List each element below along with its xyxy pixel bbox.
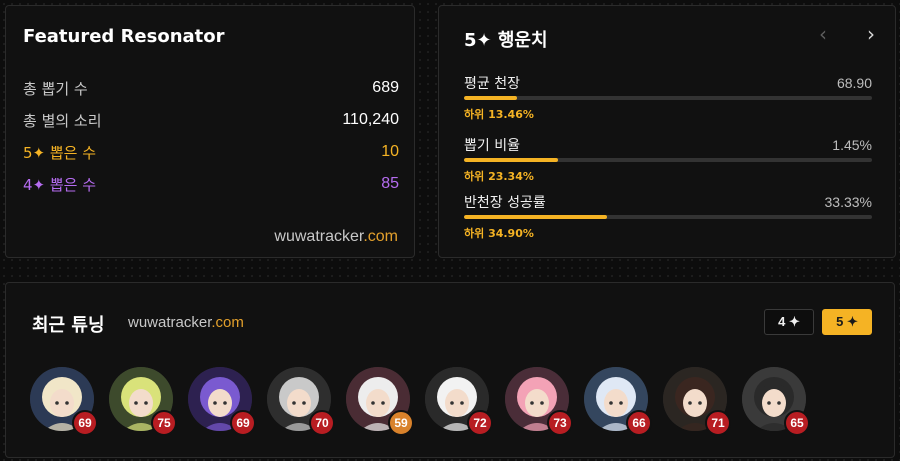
stat-value: 85	[381, 175, 399, 192]
stat-4star-count: 4✦ 뽑은 수 85	[23, 173, 399, 195]
chevron-left-icon[interactable]: ‹	[819, 24, 827, 44]
stat-total-astrite: 총 별의 소리 110,240	[23, 109, 399, 131]
pity-title: 5✦ 행운치	[464, 30, 548, 51]
progress-fill	[464, 96, 518, 100]
resonator-avatar[interactable]: 66	[584, 367, 652, 436]
recent-tuning-card: 최근 튜닝 wuwatracker.com 4 ✦ 5 ✦ 69 75 69 70 59…	[5, 282, 895, 458]
resonator-avatar[interactable]: 75	[109, 367, 177, 436]
resonator-avatar[interactable]: 65	[742, 367, 810, 436]
pity-value: 68.90	[836, 75, 872, 91]
stat-5star-count: 5✦ 뽑은 수 10	[23, 141, 399, 163]
watermark-name: wuwatracker	[274, 228, 364, 245]
pity-rank: 하위 34.90%	[464, 227, 534, 240]
stat-value: 10	[381, 143, 399, 160]
pity-label: 뽑기 비율	[464, 138, 520, 154]
watermark: wuwatracker.com	[128, 314, 244, 331]
pity-item-average: 평균 천장 68.90 하위 13.46%	[464, 73, 872, 122]
pity-value: 1.45%	[832, 137, 872, 153]
pull-count-badge: 65	[784, 410, 810, 436]
pull-count-badge: 75	[151, 410, 177, 436]
resonator-avatar[interactable]: 72	[425, 367, 493, 436]
watermark-tld: .com	[211, 314, 244, 331]
pity-rank: 하위 23.34%	[464, 170, 534, 183]
stat-value: 689	[372, 79, 399, 96]
filter-5star-button[interactable]: 5 ✦	[822, 309, 872, 335]
pity-rank: 하위 13.46%	[464, 108, 534, 121]
watermark-name: wuwatracker	[128, 314, 212, 331]
pity-value: 33.33%	[824, 194, 872, 210]
pull-count-badge: 59	[388, 410, 414, 436]
resonator-avatar[interactable]: 59	[346, 367, 414, 436]
pull-count-badge: 69	[72, 410, 98, 436]
pull-count-badge: 73	[547, 410, 573, 436]
stat-label: 4✦ 뽑은 수	[23, 175, 97, 194]
pull-count-badge: 66	[626, 410, 652, 436]
stat-value: 110,240	[342, 111, 399, 128]
resonator-avatar[interactable]: 69	[30, 367, 98, 436]
stat-label: 총 별의 소리	[23, 111, 102, 130]
pull-count-badge: 72	[467, 410, 493, 436]
pity-card: 5✦ 행운치 ‹ › 평균 천장 68.90 하위 13.46% 뽑기 비율 1…	[438, 5, 896, 258]
featured-resonator-card: Featured Resonator 총 뽑기 수 689 총 별의 소리 11…	[5, 5, 415, 258]
stat-label: 5✦ 뽑은 수	[23, 143, 97, 162]
pity-label: 반천장 성공률	[464, 195, 546, 211]
pull-count-badge: 71	[705, 410, 731, 436]
pity-item-5050: 반천장 성공률 33.33% 하위 34.90%	[464, 192, 872, 241]
watermark: wuwatracker.com	[274, 228, 398, 246]
progress-fill	[464, 158, 558, 162]
pull-count-badge: 70	[309, 410, 335, 436]
resonator-avatar[interactable]: 73	[505, 367, 573, 436]
stat-total-pulls: 총 뽑기 수 689	[23, 77, 399, 99]
resonator-avatar[interactable]: 69	[188, 367, 256, 436]
resonator-avatar[interactable]: 71	[663, 367, 731, 436]
featured-title: Featured Resonator	[23, 26, 225, 47]
filter-4star-button[interactable]: 4 ✦	[764, 309, 814, 335]
pull-count-badge: 69	[230, 410, 256, 436]
stat-label: 총 뽑기 수	[23, 79, 88, 98]
progress-track	[464, 158, 872, 162]
tuning-title: 최근 튜닝	[32, 315, 105, 336]
progress-track	[464, 96, 872, 100]
watermark-tld: .com	[363, 228, 398, 245]
pity-label: 평균 천장	[464, 76, 520, 92]
resonator-avatar[interactable]: 70	[267, 367, 335, 436]
progress-fill	[464, 215, 607, 219]
pity-item-rate: 뽑기 비율 1.45% 하위 23.34%	[464, 135, 872, 184]
chevron-right-icon[interactable]: ›	[867, 24, 875, 44]
progress-track	[464, 215, 872, 219]
